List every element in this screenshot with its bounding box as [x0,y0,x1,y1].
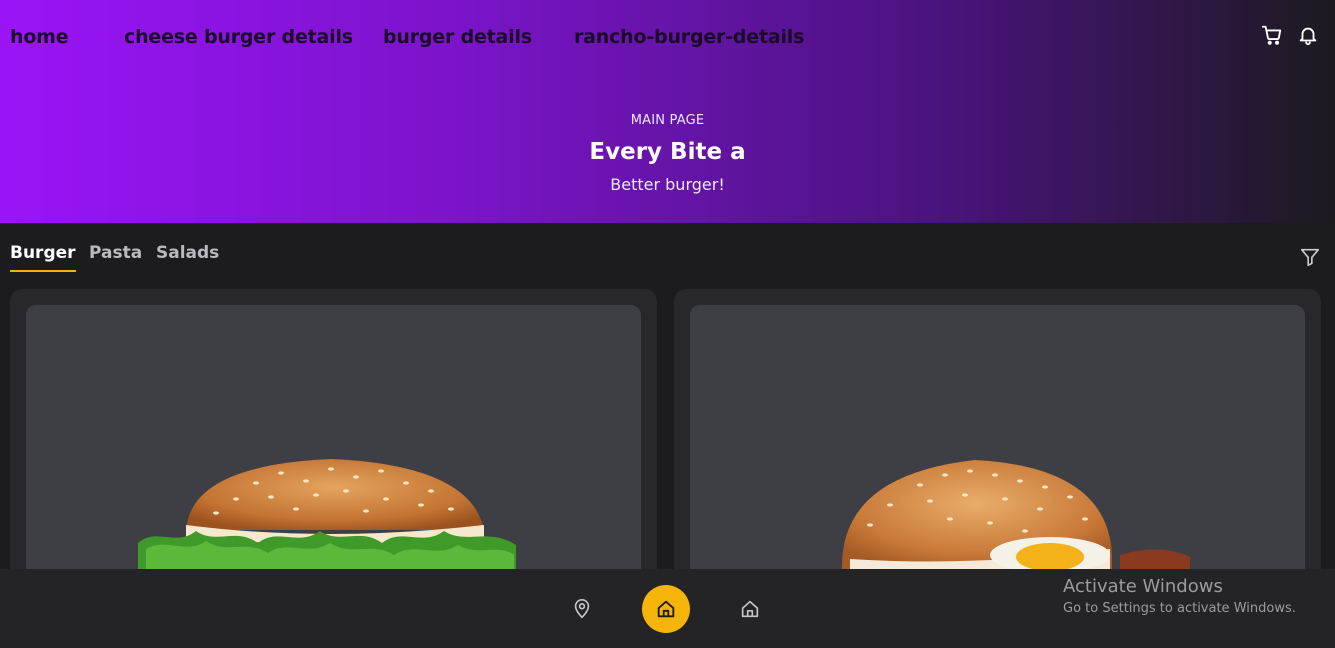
nav-link-burger-details[interactable]: burger details [383,26,532,48]
burger-lettuce-illustration [138,459,516,569]
filter-icon[interactable] [1299,246,1321,268]
cart-icon[interactable] [1261,24,1283,46]
product-card[interactable] [10,289,657,589]
product-card[interactable] [674,289,1321,589]
nav-link-cheese-burger-details[interactable]: cheese burger details [124,26,353,48]
nav-link-rancho-burger-details[interactable]: rancho-burger-details [574,26,804,48]
hero-banner: home cheese burger details burger detail… [0,0,1335,223]
tab-salads[interactable]: Salads [156,243,219,263]
hero-eyebrow: MAIN PAGE [630,113,705,128]
tab-pasta[interactable]: Pasta [89,243,142,263]
location-icon[interactable] [558,585,606,633]
activate-windows-subtitle: Go to Settings to activate Windows. [1063,601,1296,616]
burger-image [26,305,641,589]
home-icon[interactable] [642,585,690,633]
burger-egg-illustration [841,460,1190,569]
bell-icon[interactable] [1297,24,1319,46]
burger-image [690,305,1305,589]
nav-link-home[interactable]: home [10,26,69,48]
activate-windows-title: Activate Windows [1063,576,1223,597]
hero-tagline: Better burger! [610,175,725,194]
top-icons [1261,24,1319,46]
hero-title: Every Bite a [589,139,746,165]
tab-burger[interactable]: Burger [10,243,76,272]
home-outline-icon[interactable] [726,585,774,633]
